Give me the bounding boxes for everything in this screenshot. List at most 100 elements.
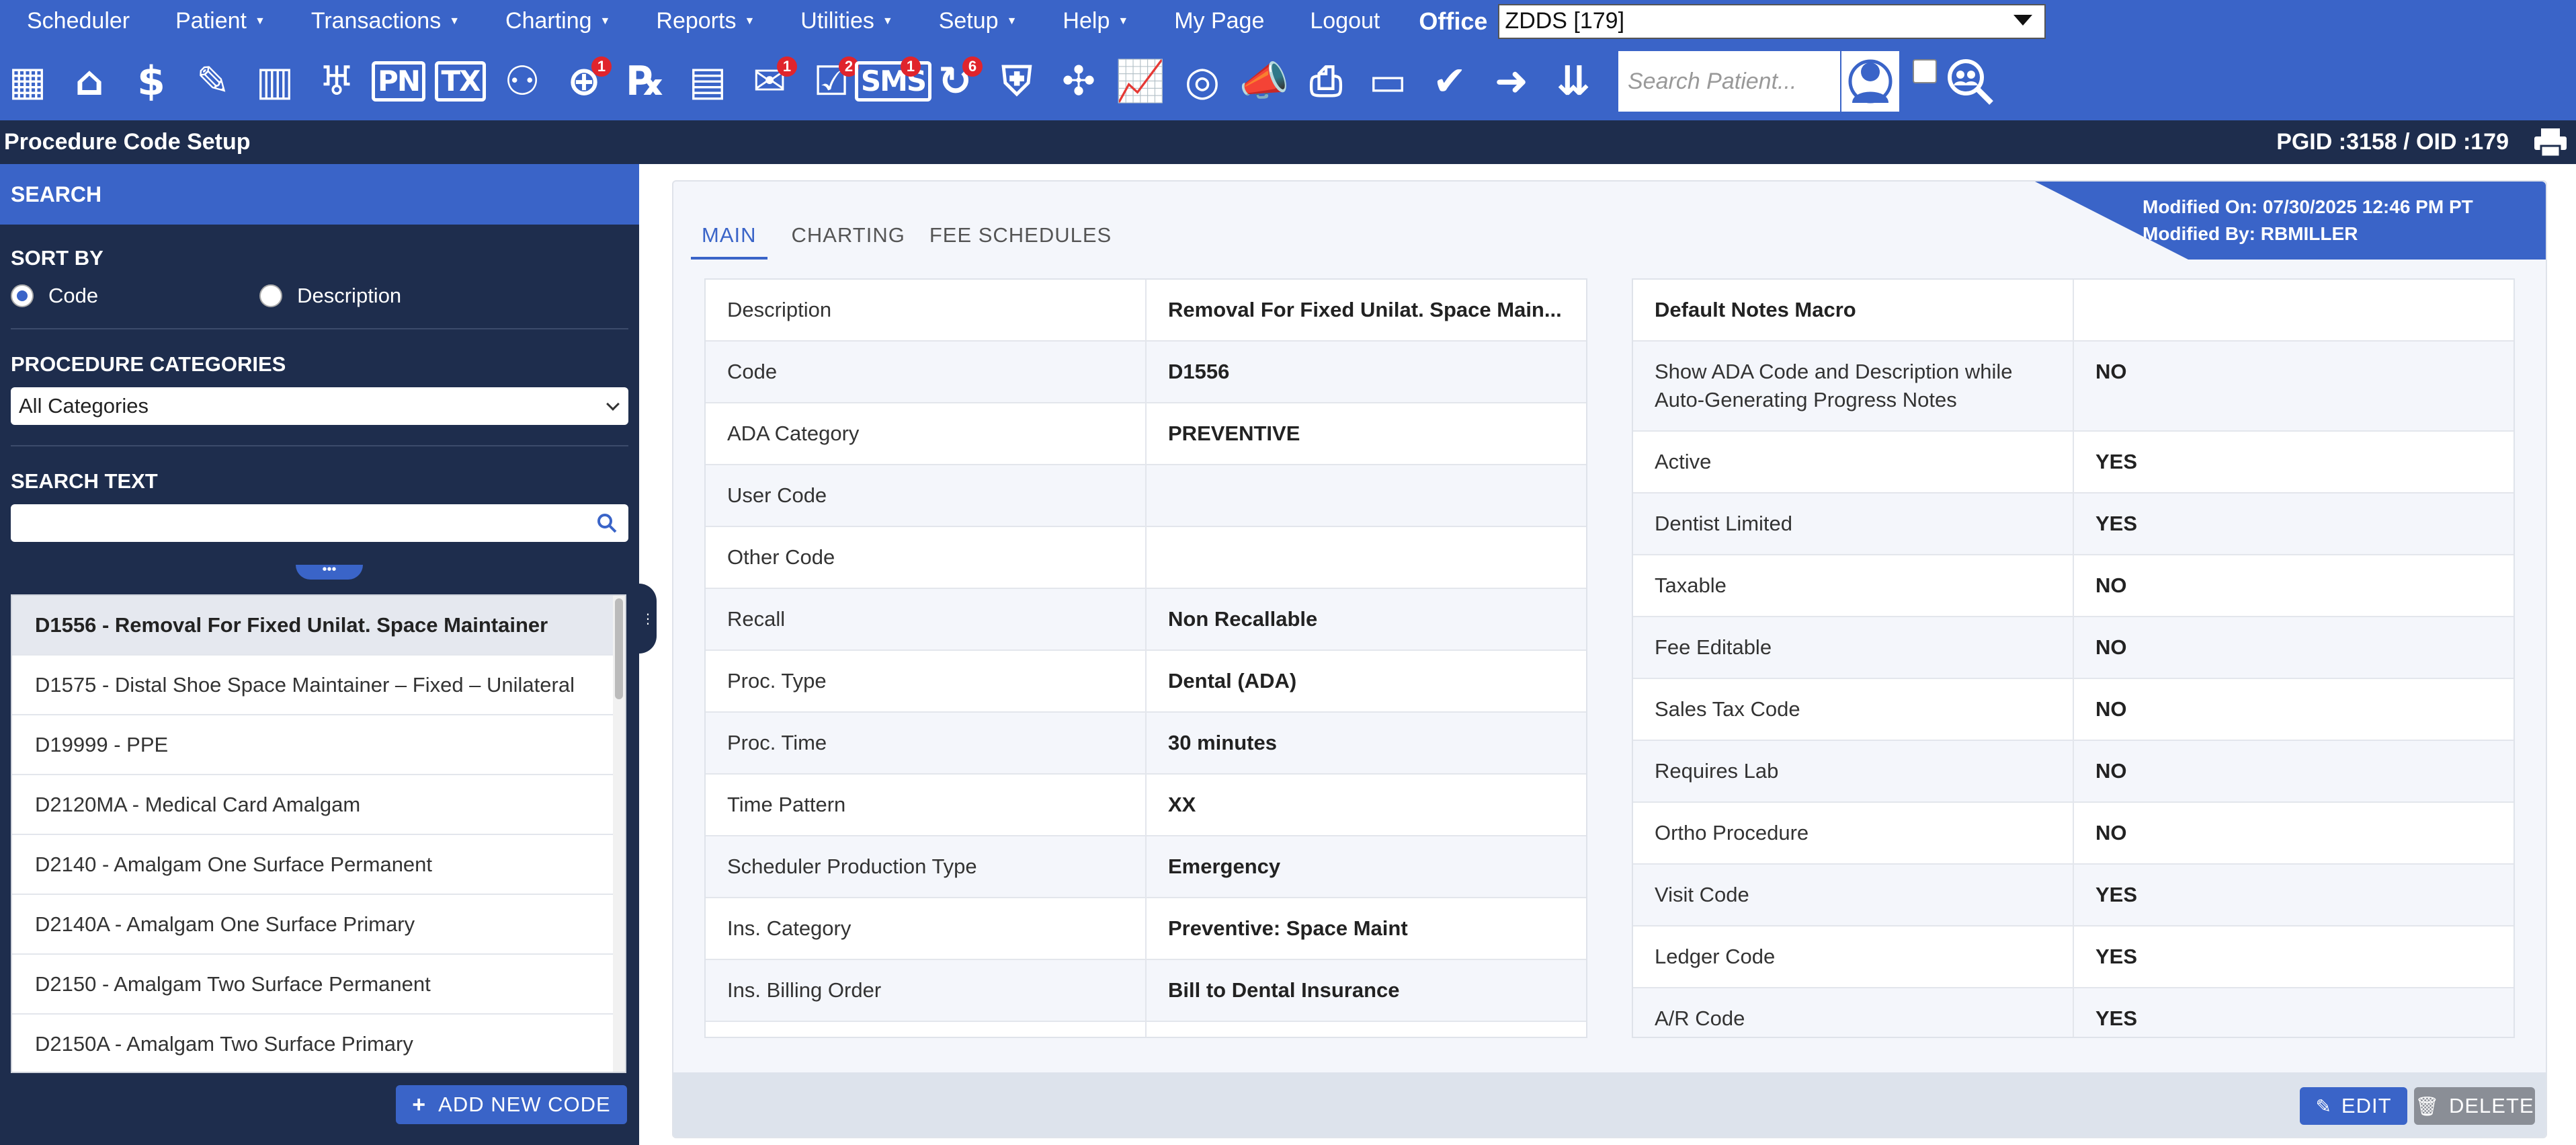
- search-patient-button[interactable]: [1840, 51, 1899, 112]
- field-label: Recall: [706, 589, 1147, 649]
- code-list-item[interactable]: D2150A - Amalgam Two Surface Primary: [12, 1015, 625, 1072]
- tx-icon[interactable]: TX: [433, 51, 488, 112]
- calendar-icon[interactable]: ▦: [0, 51, 55, 112]
- add-patient-icon[interactable]: ⚇: [495, 51, 550, 112]
- list-scrollbar[interactable]: [613, 596, 625, 1072]
- field-row: Recall Non Recallable: [706, 589, 1586, 651]
- home-icon[interactable]: ⌂: [62, 51, 117, 112]
- code-list-item[interactable]: D1575 - Distal Shoe Space Maintainer – F…: [12, 656, 625, 715]
- menu-item-reports[interactable]: Reports ▼: [629, 8, 755, 34]
- globe-user-icon[interactable]: ⊕ 1: [556, 51, 612, 112]
- shield-arrow-icon[interactable]: ➜: [1484, 51, 1539, 112]
- code-list-item[interactable]: D2140A - Amalgam One Surface Primary: [12, 895, 625, 955]
- tooth-chart-icon-glyph: ▥: [255, 58, 294, 105]
- sort-code-radio[interactable]: [11, 284, 34, 307]
- delete-label: DELETE: [2448, 1094, 2534, 1117]
- printer-icon-glyph: ⎙: [1310, 58, 1342, 105]
- notes-edit-icon[interactable]: ✎: [185, 51, 241, 112]
- field-label: Proc. Type: [706, 651, 1147, 711]
- field-label: Default Notes Macro: [1633, 280, 2074, 340]
- task-check-icon[interactable]: ☑ 2: [804, 51, 859, 112]
- tooth-chart-icon[interactable]: ▥: [247, 51, 302, 112]
- menu-item-logout[interactable]: Logout: [1283, 8, 1380, 34]
- tab-fee-schedules[interactable]: FEE SCHEDULES: [929, 219, 1112, 260]
- tab-charting[interactable]: CHARTING: [792, 219, 905, 260]
- menu-item-patient[interactable]: Patient ▼: [149, 8, 265, 34]
- page-title: Procedure Code Setup: [4, 129, 251, 155]
- field-row: Description Removal For Fixed Unilat. Spa…: [706, 280, 1586, 342]
- code-list-item[interactable]: D19999 - PPE: [12, 715, 625, 775]
- office-select[interactable]: ZDDS [179]: [1498, 3, 2046, 39]
- network-icon[interactable]: ✣: [1051, 51, 1106, 112]
- menu-item-setup[interactable]: Setup ▼: [912, 8, 1017, 34]
- code-list-item[interactable]: D1556 - Removal For Fixed Unilat. Space …: [12, 596, 625, 656]
- menu-item-help[interactable]: Help ▼: [1036, 8, 1128, 34]
- field-value: PREVENTIVE: [1168, 422, 1300, 445]
- chat-icon[interactable]: ✉ 1: [742, 51, 797, 112]
- shield-check-icon-glyph: ✔: [1432, 58, 1467, 105]
- panel-collapse-handle[interactable]: ⋮: [639, 584, 657, 654]
- add-new-code-button[interactable]: + ADD NEW CODE: [396, 1085, 627, 1124]
- field-label: Visit Code: [1633, 865, 2074, 925]
- chevrons-down-icon-glyph: ⇊: [1556, 58, 1591, 105]
- dollar-icon[interactable]: $: [124, 51, 179, 112]
- recall-icon[interactable]: ↻ 6: [927, 51, 983, 112]
- menu-item-label: Logout: [1310, 8, 1380, 34]
- add-new-code-label: ADD NEW CODE: [438, 1093, 611, 1116]
- menu-item-label: Help: [1063, 8, 1110, 34]
- field-value: NO: [2095, 635, 2127, 659]
- code-list-item[interactable]: D2150 - Amalgam Two Surface Permanent: [12, 955, 625, 1015]
- search-text-label: SEARCH TEXT: [11, 469, 158, 493]
- tab-main[interactable]: MAIN: [691, 219, 767, 260]
- divider: [11, 328, 628, 329]
- procedure-categories-select[interactable]: All Categories: [11, 387, 628, 425]
- menu-item-my-page[interactable]: My Page: [1147, 8, 1264, 34]
- shield-check-icon[interactable]: ✔: [1422, 51, 1477, 112]
- search-icon[interactable]: [596, 512, 618, 537]
- chevrons-down-icon[interactable]: ⇊: [1546, 51, 1601, 112]
- tooth-icon[interactable]: ♅: [309, 51, 364, 112]
- shield-arrow-icon-glyph: ➜: [1494, 58, 1529, 105]
- search-text-input[interactable]: [11, 504, 628, 542]
- printer-icon[interactable]: ⎙: [1298, 51, 1354, 112]
- sort-description-radio[interactable]: [259, 284, 283, 307]
- message-icon[interactable]: ▤: [680, 51, 735, 112]
- procedure-detail-card: MAIN CHARTING FEE SCHEDULES Modified On: 0…: [672, 180, 2547, 1138]
- code-list-item[interactable]: D2140 - Amalgam One Surface Permanent: [12, 835, 625, 895]
- field-label: Other Code: [706, 527, 1147, 588]
- menu-item-label: Patient: [175, 8, 247, 34]
- menu-item-utilities[interactable]: Utilities ▼: [774, 8, 892, 34]
- code-list-item[interactable]: D2120MA - Medical Card Amalgam: [12, 775, 625, 835]
- splitter-handle[interactable]: •••: [296, 563, 363, 580]
- notification-badge: 1: [901, 56, 921, 77]
- insurance-money-icon-glyph: ⛨: [1001, 58, 1032, 105]
- delete-button[interactable]: 🗑 DELETE: [2414, 1087, 2535, 1125]
- chart-line-icon-glyph: 📈: [1115, 58, 1166, 105]
- document-scan-icon[interactable]: ▭: [1360, 51, 1415, 112]
- group-search-icon[interactable]: [1942, 51, 1997, 112]
- search-patient-input[interactable]: Search Patient...: [1618, 51, 1840, 112]
- insurance-money-icon[interactable]: ⛨: [989, 51, 1044, 112]
- toolbar-checkbox[interactable]: [1913, 59, 1937, 83]
- field-value: Emergency: [1168, 855, 1281, 878]
- field-row: Scheduler Production Type Emergency: [706, 836, 1586, 898]
- message-icon-glyph: ▤: [688, 58, 727, 105]
- menu-item-charting[interactable]: Charting ▼: [479, 8, 610, 34]
- pn-icon[interactable]: PN: [371, 51, 426, 112]
- sms-icon[interactable]: SMS 1: [854, 51, 932, 112]
- menu-item-transactions[interactable]: Transactions ▼: [284, 8, 460, 34]
- field-label: Ledger Code: [1633, 926, 2074, 987]
- notification-badge: 1: [777, 56, 797, 77]
- web-icon[interactable]: ◎: [1175, 51, 1230, 112]
- print-icon[interactable]: [2533, 127, 2568, 161]
- field-value: YES: [2095, 945, 2138, 968]
- field-label: Sales Tax Code: [1633, 679, 2074, 740]
- list-scroll-thumb[interactable]: [615, 598, 623, 699]
- field-label: Taxable: [1633, 555, 2074, 616]
- rx-icon[interactable]: ℞: [618, 51, 673, 112]
- megaphone-icon[interactable]: 📣: [1237, 51, 1292, 112]
- field-value: D1556: [1168, 360, 1230, 383]
- chart-line-icon[interactable]: 📈: [1113, 51, 1168, 112]
- menu-item-scheduler[interactable]: Scheduler: [0, 8, 130, 34]
- edit-button[interactable]: ✎ EDIT: [2300, 1087, 2407, 1125]
